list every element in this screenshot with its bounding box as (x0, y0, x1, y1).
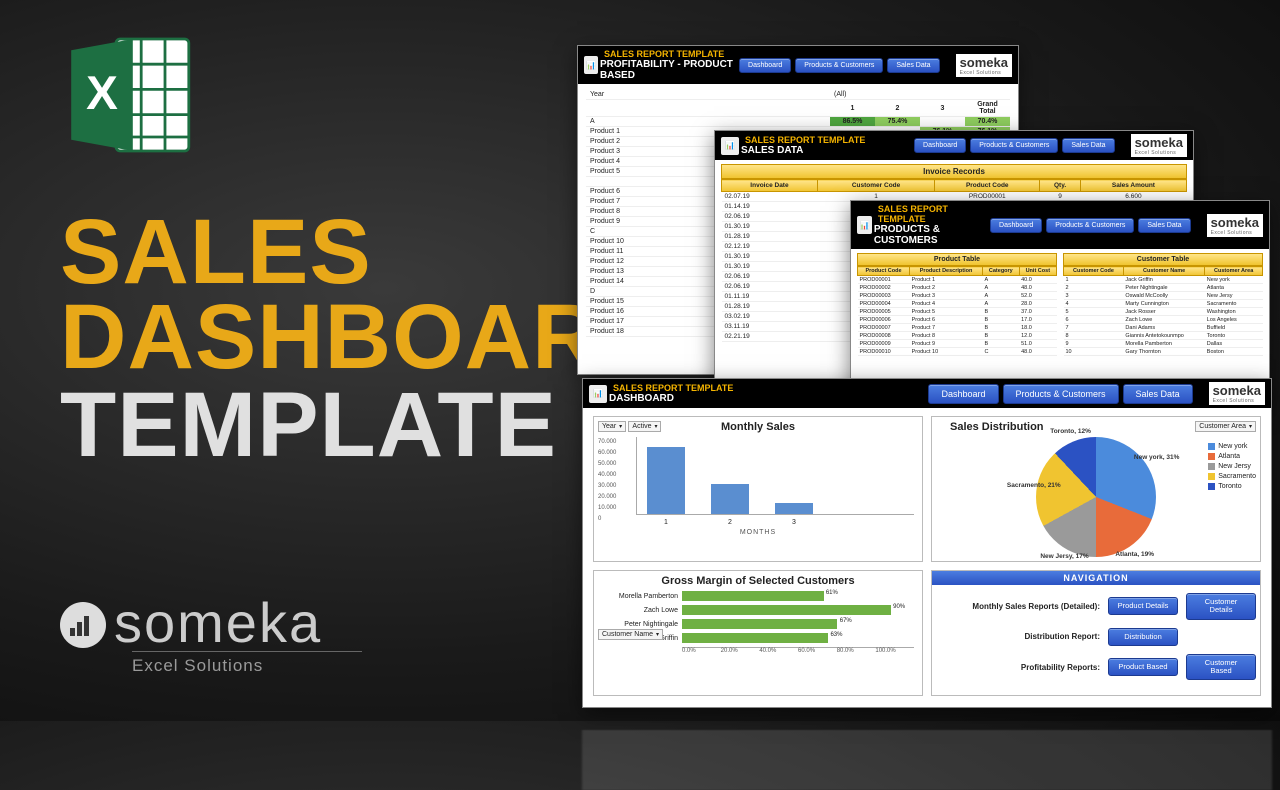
tab-products-customers[interactable]: Products & Customers (970, 138, 1058, 153)
panel-sales-distribution: Customer Area▾ Sales Distribution New yo… (931, 416, 1261, 562)
card-dashboard: 📊 SALES REPORT TEMPLATE DASHBOARD Dashbo… (582, 378, 1272, 708)
title-line3: TEMPLATE (60, 383, 667, 468)
btn-customer-details[interactable]: Customer Details (1186, 593, 1256, 620)
tab-dashboard[interactable]: Dashboard (914, 138, 966, 153)
pie-chart: New york, 31%Atlanta, 19%New Jersy, 17%S… (1036, 437, 1156, 557)
panel-gross-margin: Gross Margin of Selected Customers Custo… (593, 570, 923, 696)
pie-legend: New yorkAtlantaNew JersySacramentoToront… (1208, 443, 1256, 493)
filter-icon: ▾ (654, 423, 657, 430)
tab-products-customers[interactable]: Products & Customers (1046, 218, 1134, 233)
card-products-customers: 📊 SALES REPORT TEMPLATE PRODUCTS & CUSTO… (850, 200, 1270, 405)
chart-icon: 📊 (857, 216, 872, 234)
tab-dashboard[interactable]: Dashboard (990, 218, 1042, 233)
tab-sales-data[interactable]: Sales Data (1062, 138, 1114, 153)
btn-distribution[interactable]: Distribution (1108, 628, 1178, 646)
brand-name: someka (114, 591, 322, 654)
svg-text:X: X (86, 67, 118, 120)
slicer-active[interactable]: Active▾ (628, 421, 661, 432)
brand-badge: someka Excel Solutions (956, 54, 1012, 77)
slicer-customer-area[interactable]: Customer Area▾ (1195, 421, 1256, 432)
section-title: Invoice Records (721, 164, 1187, 179)
someka-logo: someka Excel Solutions (60, 590, 362, 676)
tab-sales-data[interactable]: Sales Data (1123, 384, 1193, 404)
btn-customer-based[interactable]: Customer Based (1186, 654, 1256, 681)
btn-product-details[interactable]: Product Details (1108, 597, 1178, 615)
tab-products-customers[interactable]: Products & Customers (795, 58, 883, 73)
btn-product-based[interactable]: Product Based (1108, 658, 1178, 676)
tab-dashboard[interactable]: Dashboard (928, 384, 998, 404)
panel-navigation: NAVIGATION Monthly Sales Reports (Detail… (931, 570, 1261, 696)
chart-icon: 📊 (589, 385, 607, 403)
chart-icon: 📊 (584, 56, 598, 74)
page-title: SALES DASHBOARD TEMPLATE (60, 210, 667, 468)
logo-mark (60, 602, 106, 648)
card-subtitle: PROFITABILITY - PRODUCT BASED (600, 59, 733, 81)
filter-icon: ▾ (656, 631, 659, 638)
bar (775, 503, 813, 514)
brand-tagline: Excel Solutions (132, 651, 362, 676)
slicer-customer-name[interactable]: Customer Name▾ (598, 629, 663, 640)
tab-sales-data[interactable]: Sales Data (887, 58, 939, 73)
report-title: SALES REPORT TEMPLATE (604, 49, 733, 59)
tab-sales-data[interactable]: Sales Data (1138, 218, 1190, 233)
chart-icon: 📊 (721, 137, 739, 155)
bar (711, 484, 749, 514)
title-line1: SALES (60, 210, 667, 295)
excel-icon: X (60, 25, 200, 170)
bar (647, 447, 685, 514)
filter-icon: ▾ (1249, 423, 1252, 430)
title-line2: DASHBOARD (60, 295, 667, 380)
slicer-year[interactable]: Year▾ (598, 421, 626, 432)
filter-icon: ▾ (619, 423, 622, 430)
tab-products-customers[interactable]: Products & Customers (1003, 384, 1119, 404)
tab-dashboard[interactable]: Dashboard (739, 58, 791, 73)
panel-monthly-sales: Year▾ Active▾ Monthly Sales 70.00060.000… (593, 416, 923, 562)
